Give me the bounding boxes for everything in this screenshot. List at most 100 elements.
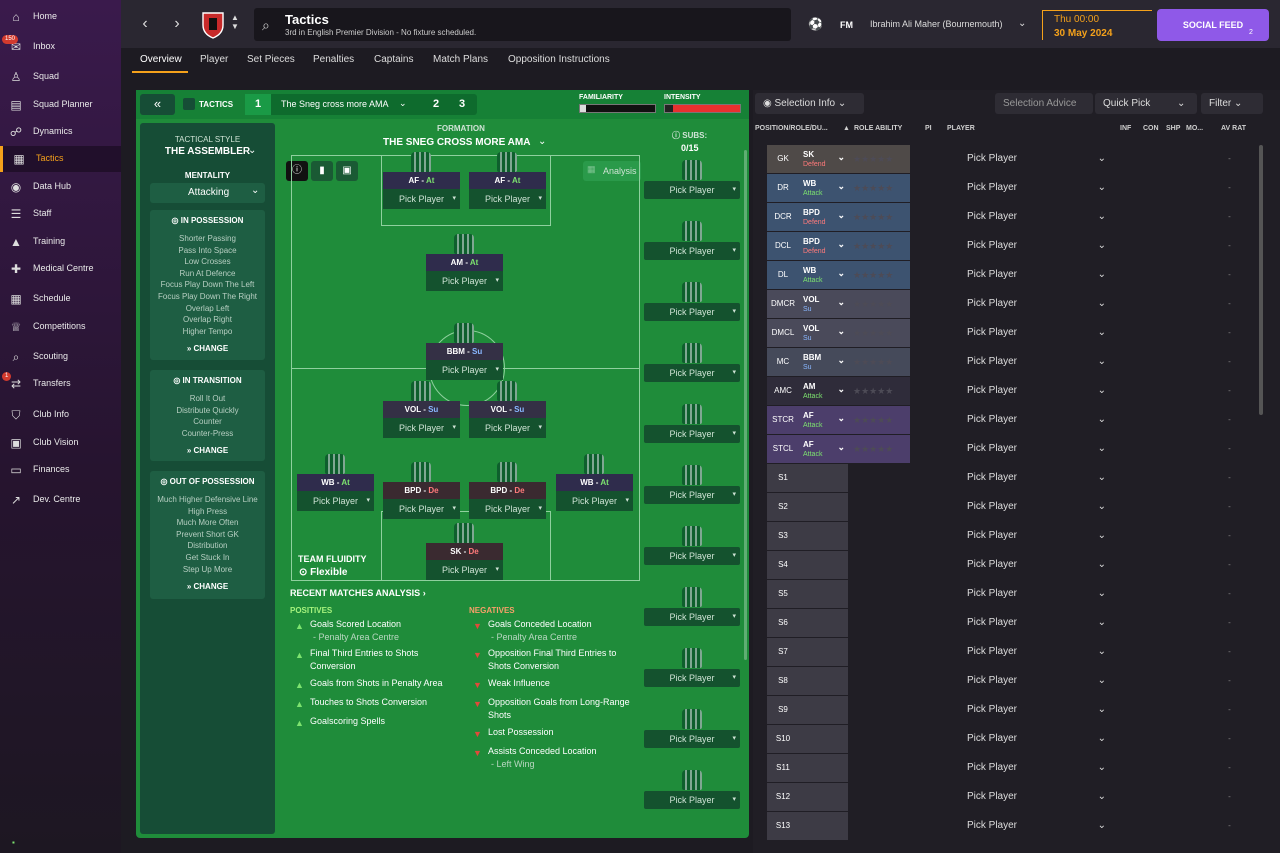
selection-advice-button[interactable]: Selection Advice xyxy=(995,93,1093,114)
change-button[interactable]: » CHANGE xyxy=(150,582,265,591)
role-selector[interactable]: AF - At xyxy=(383,172,460,189)
sub-pick-player-dropdown[interactable]: Pick Player ▾ xyxy=(644,547,740,565)
row-role[interactable]: BBM Su ⌄ xyxy=(799,348,848,376)
row-role[interactable]: AF Attack ⌄ xyxy=(799,435,848,463)
role-selector[interactable]: AM - At xyxy=(426,254,503,271)
row-pick-player[interactable]: Pick Player ⌄ xyxy=(967,261,1106,289)
sub-pick-player-dropdown[interactable]: Pick Player ▾ xyxy=(644,242,740,260)
row-pick-player[interactable]: Pick Player ⌄ xyxy=(967,290,1106,318)
row-pick-player[interactable]: Pick Player ⌄ xyxy=(967,348,1106,376)
header-role-ability[interactable]: ROLE ABILITY xyxy=(854,125,902,132)
sidebar-item-training[interactable]: ▲ Training xyxy=(0,229,121,255)
row-pick-player[interactable]: Pick Player ⌄ xyxy=(967,638,1106,666)
sub-pick-player-dropdown[interactable]: Pick Player ▾ xyxy=(644,181,740,199)
tab-match-plans[interactable]: Match Plans xyxy=(433,54,488,65)
row-role[interactable]: BPD Defend ⌄ xyxy=(799,232,848,260)
header-con[interactable]: CON xyxy=(1143,125,1159,132)
formation-name[interactable]: THE SNEG CROSS MORE AMA xyxy=(383,137,530,148)
pick-player-dropdown[interactable]: Pick Player ▾ xyxy=(426,360,503,380)
row-pick-player[interactable]: Pick Player ⌄ xyxy=(967,232,1106,260)
row-pick-player[interactable]: Pick Player ⌄ xyxy=(967,319,1106,347)
pick-player-dropdown[interactable]: Pick Player ▾ xyxy=(383,499,460,519)
filter-button[interactable]: Filter ⌄ xyxy=(1201,93,1263,114)
header-pi[interactable]: PI xyxy=(925,125,932,132)
change-button[interactable]: » CHANGE xyxy=(150,344,265,353)
header-mo[interactable]: MO... xyxy=(1186,125,1203,132)
sidebar-item-tactics[interactable]: ▦ Tactics xyxy=(0,146,121,172)
sidebar-item-home[interactable]: ⌂ Home xyxy=(0,4,121,30)
date-full[interactable]: 30 May 2024 xyxy=(1054,28,1112,39)
pick-player-dropdown[interactable]: Pick Player ▾ xyxy=(469,418,546,438)
search-icon[interactable]: ⌕ xyxy=(262,17,270,34)
role-selector[interactable]: WB - At xyxy=(297,474,374,491)
row-pick-player[interactable]: Pick Player ⌄ xyxy=(967,696,1106,724)
sub-pick-player-dropdown[interactable]: Pick Player ▾ xyxy=(644,425,740,443)
football-icon[interactable]: ⚽ xyxy=(808,17,823,31)
tab-opposition-instructions[interactable]: Opposition Instructions xyxy=(508,54,610,65)
pick-player-dropdown[interactable]: Pick Player ▾ xyxy=(383,418,460,438)
sub-pick-player-dropdown[interactable]: Pick Player ▾ xyxy=(644,791,740,809)
row-pick-player[interactable]: Pick Player ⌄ xyxy=(967,609,1106,637)
tactic-slot-3[interactable]: 3 xyxy=(449,94,475,115)
chevron-down-icon[interactable]: ⌄ xyxy=(248,145,256,156)
row-pick-player[interactable]: Pick Player ⌄ xyxy=(967,493,1106,521)
row-role[interactable]: SK Defend ⌄ xyxy=(799,145,848,173)
pick-player-dropdown[interactable]: Pick Player ▾ xyxy=(556,491,633,511)
familiarity-bar[interactable] xyxy=(579,104,656,113)
tab-set-pieces[interactable]: Set Pieces xyxy=(247,54,295,65)
row-pick-player[interactable]: Pick Player ⌄ xyxy=(967,812,1106,840)
sidebar-item-club-info[interactable]: ⛉ Club Info xyxy=(0,402,121,428)
chevron-down-icon[interactable]: ⌄ xyxy=(399,98,407,109)
club-crest-icon[interactable] xyxy=(201,11,225,39)
sidebar-item-transfers[interactable]: ⇄ Transfers 1 xyxy=(0,371,121,397)
tab-player[interactable]: Player xyxy=(200,54,228,65)
tactic-selector[interactable]: 1 The Sneg cross more AMA ⌄ 2 3 xyxy=(245,94,477,115)
chevron-down-icon[interactable]: ⌄ xyxy=(1018,18,1026,29)
tab-overview[interactable]: Overview xyxy=(140,54,182,65)
row-pick-player[interactable]: Pick Player ⌄ xyxy=(967,783,1106,811)
mentality-dropdown[interactable]: Attacking ⌄ xyxy=(150,183,265,203)
role-selector[interactable]: AF - At xyxy=(469,172,546,189)
row-pick-player[interactable]: Pick Player ⌄ xyxy=(967,580,1106,608)
header-shp[interactable]: SHP xyxy=(1166,125,1180,132)
pick-player-dropdown[interactable]: Pick Player ▾ xyxy=(426,560,503,580)
sidebar-item-inbox[interactable]: ✉ Inbox 150 xyxy=(0,34,121,60)
pick-player-dropdown[interactable]: Pick Player ▾ xyxy=(383,189,460,209)
row-role[interactable]: BPD Defend ⌄ xyxy=(799,203,848,231)
tab-captains[interactable]: Captains xyxy=(374,54,413,65)
sort-up-icon[interactable]: ▲ xyxy=(843,125,850,132)
chevron-down-icon[interactable]: ⌄ xyxy=(538,136,546,147)
role-selector[interactable]: BPD - De xyxy=(383,482,460,499)
sub-pick-player-dropdown[interactable]: Pick Player ▾ xyxy=(644,669,740,687)
row-pick-player[interactable]: Pick Player ⌄ xyxy=(967,406,1106,434)
quick-pick-button[interactable]: Quick Pick ⌄ xyxy=(1095,93,1197,114)
row-pick-player[interactable]: Pick Player ⌄ xyxy=(967,551,1106,579)
sub-pick-player-dropdown[interactable]: Pick Player ▾ xyxy=(644,364,740,382)
row-role[interactable]: WB Attack ⌄ xyxy=(799,174,848,202)
sidebar-item-squad[interactable]: ♙ Squad xyxy=(0,64,121,90)
sidebar-item-data-hub[interactable]: ◉ Data Hub xyxy=(0,174,121,200)
role-selector[interactable]: VOL - Su xyxy=(383,401,460,418)
row-pick-player[interactable]: Pick Player ⌄ xyxy=(967,377,1106,405)
change-button[interactable]: » CHANGE xyxy=(150,446,265,455)
sidebar-item-finances[interactable]: ▭ Finances xyxy=(0,457,121,483)
role-selector[interactable]: BBM - Su xyxy=(426,343,503,360)
sidebar-item-medical-centre[interactable]: ✚ Medical Centre xyxy=(0,256,121,282)
tactic-slot-2[interactable]: 2 xyxy=(423,94,449,115)
row-role[interactable]: WB Attack ⌄ xyxy=(799,261,848,289)
row-pick-player[interactable]: Pick Player ⌄ xyxy=(967,522,1106,550)
row-pick-player[interactable]: Pick Player ⌄ xyxy=(967,667,1106,695)
social-feed-button[interactable]: SOCIAL FEED xyxy=(1157,9,1269,41)
sidebar-item-club-vision[interactable]: ▣ Club Vision xyxy=(0,430,121,456)
row-pick-player[interactable]: Pick Player ⌄ xyxy=(967,174,1106,202)
tab-penalties[interactable]: Penalties xyxy=(313,54,354,65)
role-selector[interactable]: BPD - De xyxy=(469,482,546,499)
manager-name[interactable]: Ibrahim Ali Maher (Bournemouth) xyxy=(870,19,1003,29)
header-av-rat[interactable]: AV RAT xyxy=(1221,125,1246,132)
row-pick-player[interactable]: Pick Player ⌄ xyxy=(967,435,1106,463)
crest-chevron-icon[interactable]: ▲ ▼ xyxy=(231,13,239,31)
row-role[interactable]: AF Attack ⌄ xyxy=(799,406,848,434)
sub-pick-player-dropdown[interactable]: Pick Player ▾ xyxy=(644,303,740,321)
sidebar-item-squad-planner[interactable]: ▤ Squad Planner xyxy=(0,92,121,118)
sidebar-item-scouting[interactable]: ⌕ Scouting xyxy=(0,344,121,370)
